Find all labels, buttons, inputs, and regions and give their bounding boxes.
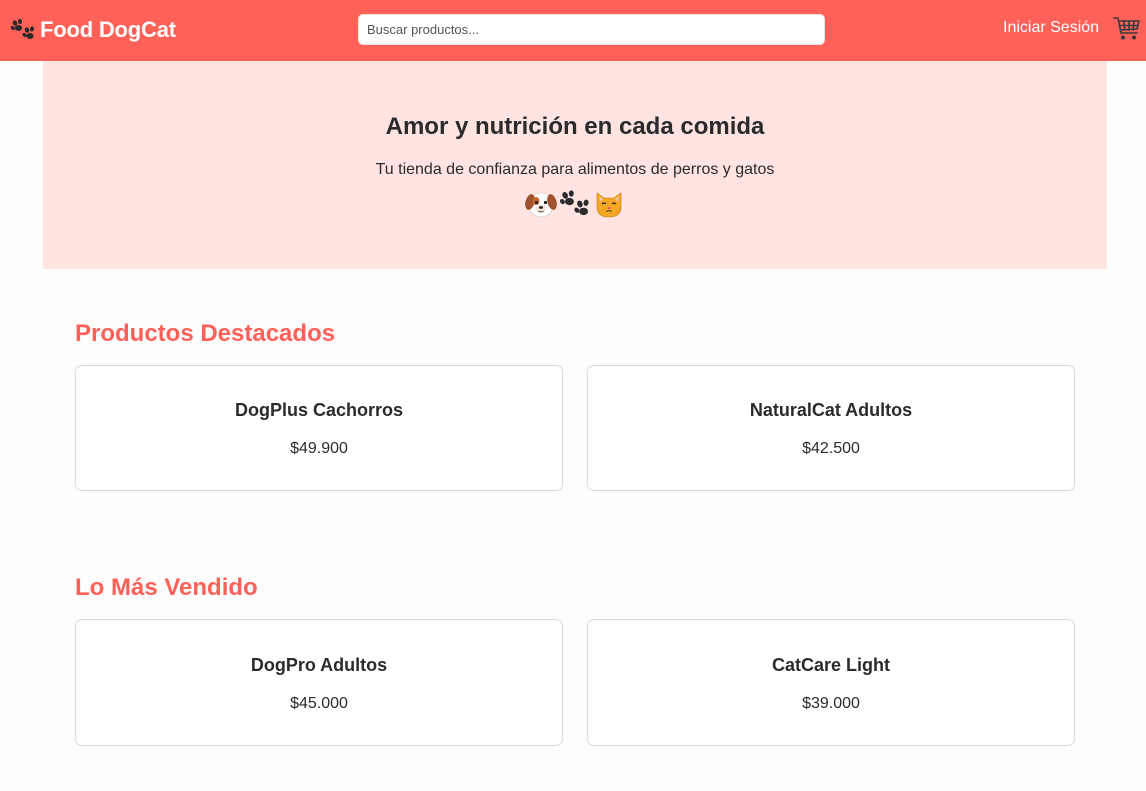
top-navbar: Food DogCat Iniciar Sesión bbox=[0, 0, 1146, 61]
paw-prints-icon bbox=[559, 190, 589, 216]
cat-face-icon bbox=[596, 192, 622, 218]
brand-logo[interactable]: Food DogCat bbox=[10, 17, 176, 43]
product-name[interactable]: CatCare Light bbox=[588, 655, 1074, 676]
product-price: $42.500 bbox=[802, 440, 860, 457]
hero-emoji-row bbox=[43, 189, 1107, 219]
product-card[interactable]: NaturalCat Adultos $42.500 bbox=[587, 365, 1075, 491]
login-link[interactable]: Iniciar Sesión bbox=[1003, 19, 1099, 37]
hero-title: Amor y nutrición en cada comida bbox=[385, 113, 765, 140]
product-name[interactable]: DogPlus Cachorros bbox=[76, 400, 562, 421]
search-input[interactable] bbox=[358, 14, 825, 45]
paw-icon bbox=[10, 19, 35, 39]
hero-subtitle: Tu tienda de confianza para alimentos de… bbox=[375, 161, 775, 178]
featured-title: Productos Destacados bbox=[75, 320, 336, 347]
hero-banner: Amor y nutrición en cada comida Tu tiend… bbox=[43, 61, 1107, 269]
brand-name[interactable]: Food DogCat bbox=[40, 17, 176, 43]
product-price: $49.900 bbox=[290, 440, 348, 457]
product-price: $45.000 bbox=[290, 695, 348, 712]
product-name[interactable]: DogPro Adultos bbox=[76, 655, 562, 676]
product-price: $39.000 bbox=[802, 695, 860, 712]
product-name[interactable]: NaturalCat Adultos bbox=[588, 400, 1074, 421]
product-card[interactable]: CatCare Light $39.000 bbox=[587, 619, 1075, 746]
product-card[interactable]: DogPlus Cachorros $49.900 bbox=[75, 365, 563, 491]
cart-icon[interactable] bbox=[1113, 16, 1141, 42]
dog-face-icon bbox=[525, 192, 557, 218]
product-card[interactable]: DogPro Adultos $45.000 bbox=[75, 619, 563, 746]
bestsellers-title: Lo Más Vendido bbox=[75, 574, 258, 601]
